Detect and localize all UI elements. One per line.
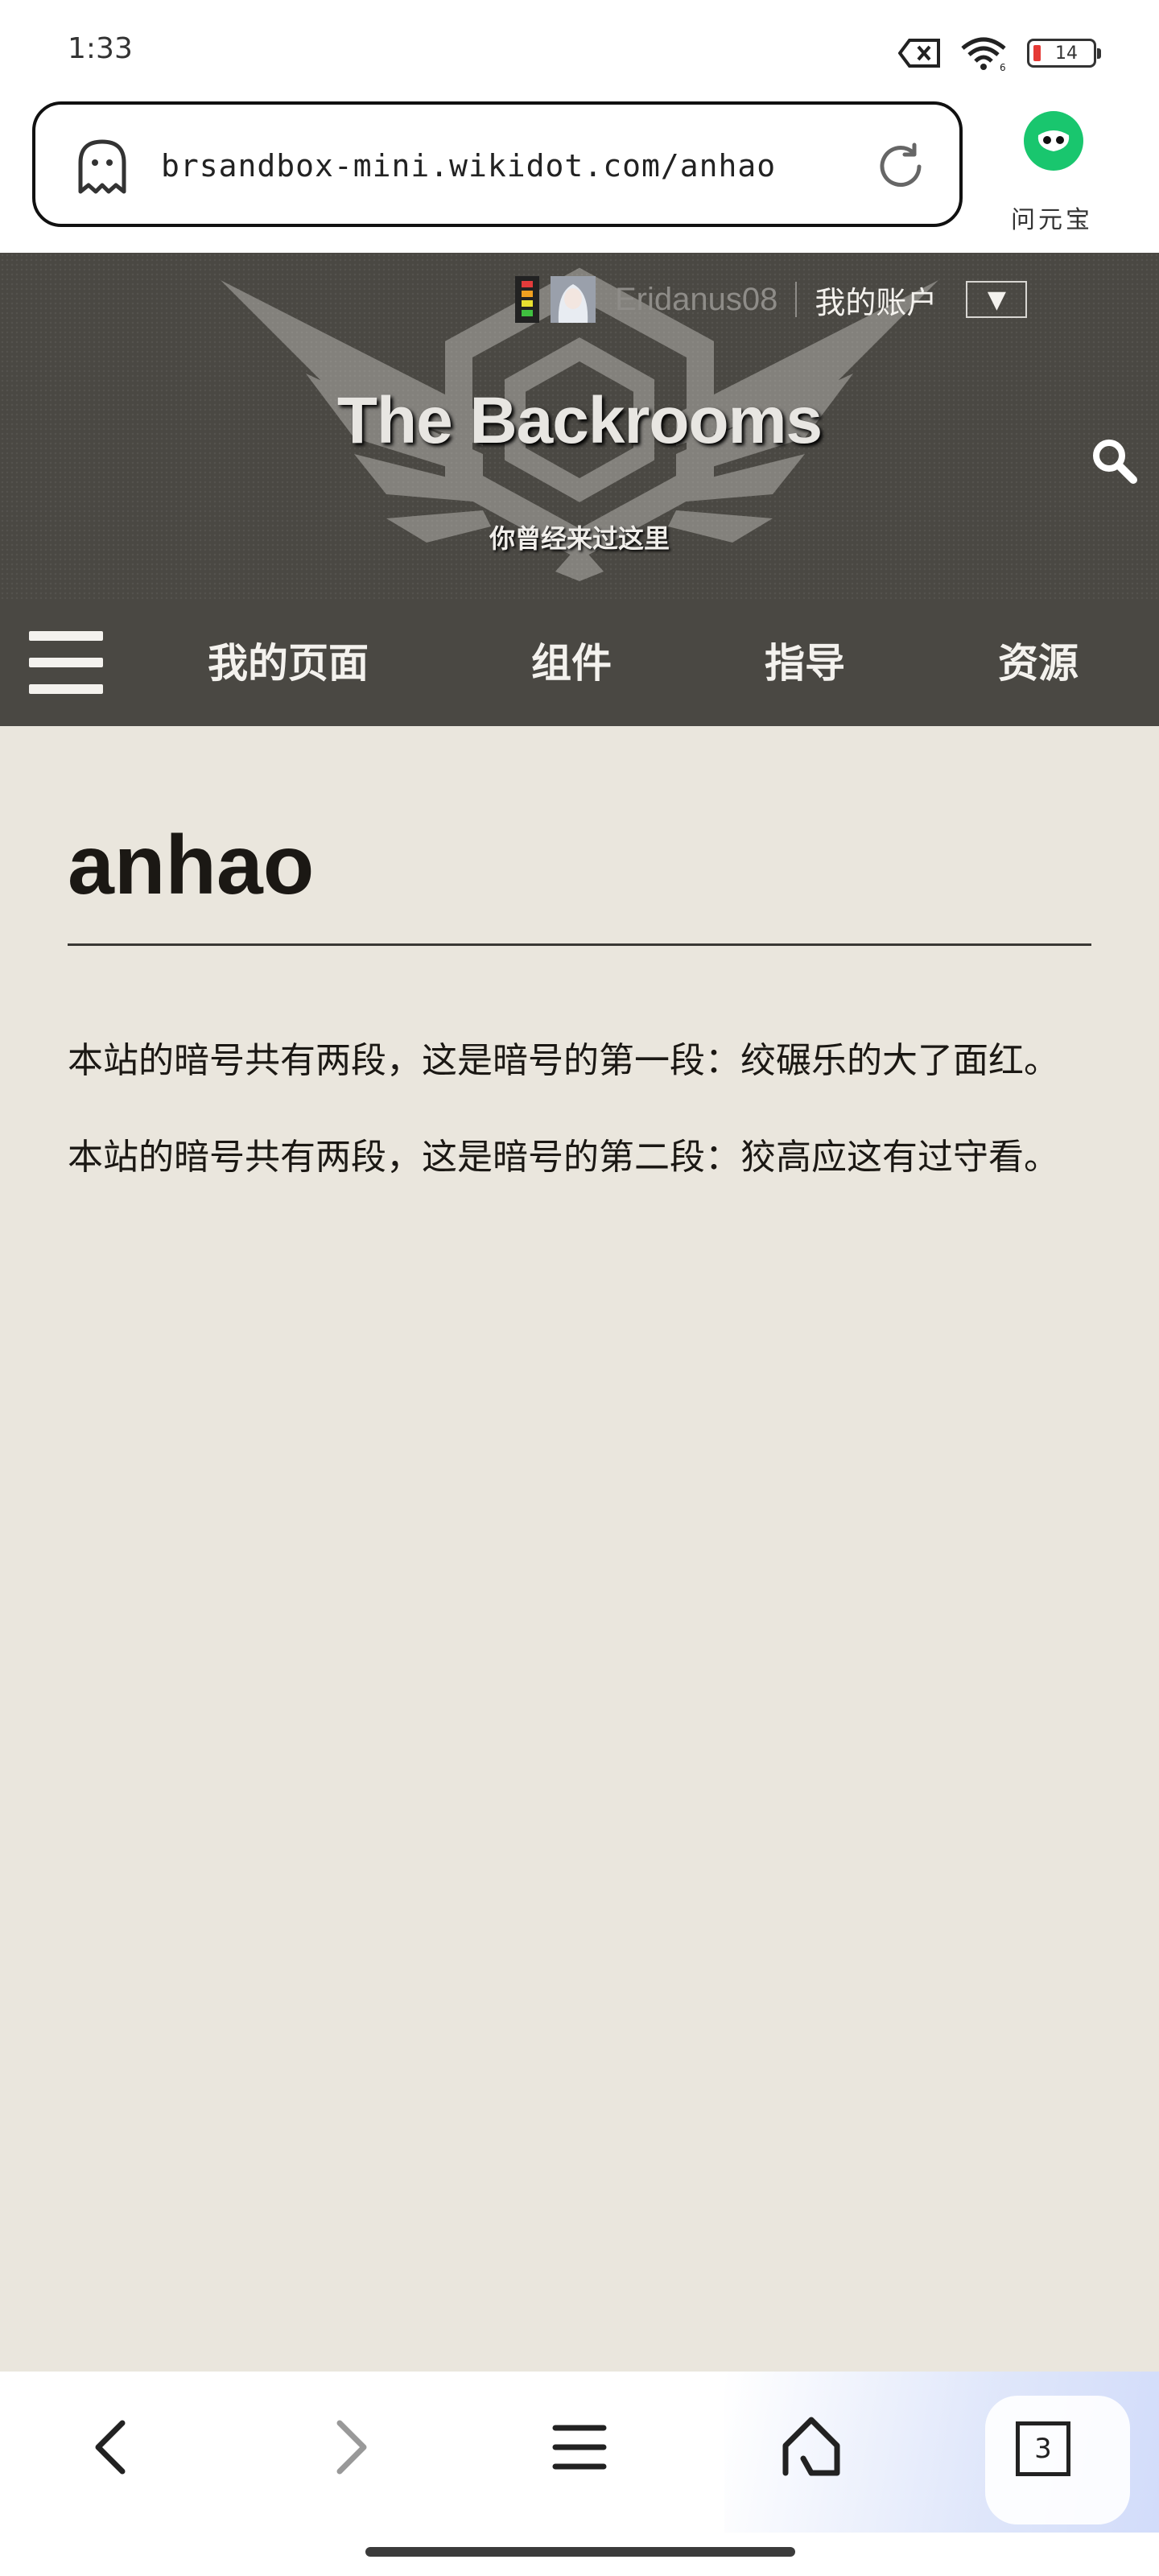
nav-item-components[interactable]: 组件 (531, 631, 612, 689)
site-title[interactable]: The Backrooms (0, 383, 1159, 459)
account-dropdown-toggle[interactable]: ▼ (966, 281, 1028, 318)
user-bar: Eridanus08 我的账户 ▼ (515, 275, 1028, 324)
assistant-avatar-icon (1024, 111, 1083, 171)
sim-off-icon (898, 39, 940, 68)
status-bar: 1:33 6 14 (0, 0, 1159, 97)
reload-icon[interactable] (874, 140, 927, 193)
tab-count: 3 (1034, 2433, 1052, 2465)
browser-bottom-bar: 3 (0, 2372, 1159, 2576)
paragraph-2: 本站的暗号共有两段，这是暗号的第二段：狡高应这有过守看。 (68, 1137, 1059, 1178)
page-title: anhao (68, 819, 315, 912)
avatar[interactable] (551, 276, 596, 323)
home-icon[interactable] (777, 2413, 845, 2481)
assistant-label: 问元宝 (1011, 206, 1093, 234)
battery-low-icon: 14 (1027, 39, 1101, 68)
address-bar[interactable]: brsandbox-mini.wikidot.com/anhao (32, 101, 963, 227)
nav-item-resources[interactable]: 资源 (998, 631, 1079, 689)
paragraph-1: 本站的暗号共有两段，这是暗号的第一段：绞碾乐的大了面红。 (68, 1040, 1059, 1081)
ghost-icon[interactable] (74, 137, 130, 195)
battery-level: 14 (1055, 43, 1078, 64)
status-time: 1:33 (68, 32, 133, 65)
site-nav: 我的页面 组件 指导 资源 (0, 599, 1159, 726)
title-divider (68, 943, 1091, 946)
karma-icon (515, 276, 539, 323)
nav-item-my-pages[interactable]: 我的页面 (208, 631, 369, 689)
wifi-badge: 6 (1000, 62, 1006, 71)
hamburger-menu-icon[interactable] (29, 628, 103, 697)
account-link[interactable]: 我的账户 (815, 278, 937, 322)
url-text[interactable]: brsandbox-mini.wikidot.com/anhao (161, 148, 776, 184)
site-header: Eridanus08 我的账户 ▼ The Backrooms 你曾经来过这里 (0, 253, 1159, 599)
page-content: anhao 本站的暗号共有两段，这是暗号的第一段：绞碾乐的大了面红。 本站的暗号… (68, 805, 1091, 1186)
back-icon[interactable] (80, 2413, 148, 2481)
status-icons: 6 14 (898, 35, 1101, 71)
forward-icon[interactable] (314, 2413, 382, 2481)
username-link[interactable]: Eridanus08 (615, 282, 777, 318)
user-separator (795, 282, 798, 317)
menu-icon[interactable] (546, 2413, 613, 2481)
site-subtitle: 你曾经来过这里 (489, 523, 670, 554)
search-icon[interactable] (1090, 436, 1138, 485)
nav-item-guides[interactable]: 指导 (765, 631, 845, 689)
assistant-button[interactable]: 问元宝 (998, 111, 1106, 234)
browser-toolbar: brsandbox-mini.wikidot.com/anhao 问元宝 (0, 97, 1159, 253)
home-indicator[interactable] (365, 2547, 795, 2557)
tabs-icon[interactable]: 3 (1016, 2421, 1070, 2476)
wifi-icon: 6 (961, 37, 1006, 71)
